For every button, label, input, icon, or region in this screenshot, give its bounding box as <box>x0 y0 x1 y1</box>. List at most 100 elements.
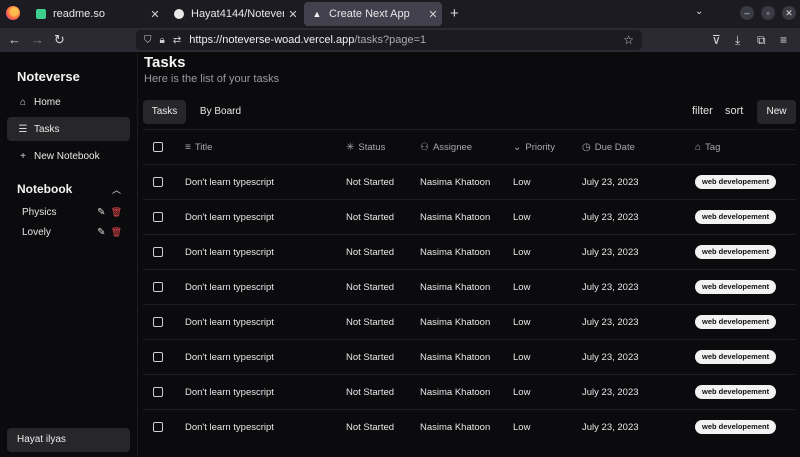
browser-tab-github[interactable]: Hayat4144/Noteverse: N ✕ <box>166 2 302 26</box>
close-window-icon[interactable]: ✕ <box>782 6 796 20</box>
vercel-triangle-icon: ▲ <box>312 9 322 19</box>
row-select-cell[interactable] <box>153 165 163 199</box>
trash-icon[interactable]: 🗑︎ <box>111 227 122 238</box>
notebook-section-header[interactable]: Notebook ︿ <box>17 182 121 196</box>
column-title[interactable]: ≡ Title <box>185 130 212 164</box>
row-checkbox[interactable] <box>153 247 163 257</box>
task-title: Don't learn typescript <box>185 386 274 398</box>
row-checkbox[interactable] <box>153 177 163 187</box>
column-status[interactable]: ✳ Status <box>346 130 385 164</box>
user-icon: ⚇ <box>420 141 429 153</box>
table-row[interactable]: Don't learn typescript Not Started Nasima … <box>143 339 796 374</box>
notebook-label[interactable]: Physics <box>22 207 97 218</box>
tag-badge[interactable]: web developement <box>695 350 777 364</box>
tab-label: Hayat4144/Noteverse: N <box>191 8 284 20</box>
task-priority: Low <box>513 386 531 398</box>
readme-favicon-icon <box>36 9 46 19</box>
row-checkbox[interactable] <box>153 422 163 432</box>
row-checkbox[interactable] <box>153 282 163 292</box>
tag-badge[interactable]: web developement <box>695 420 777 434</box>
trash-icon[interactable]: 🗑︎ <box>111 207 122 218</box>
permissions-icon[interactable]: ⇄ <box>173 35 181 46</box>
bookmark-star-icon[interactable]: ☆ <box>623 33 634 47</box>
notebook-item-lovely[interactable]: Lovely ✎ 🗑︎ <box>22 227 122 238</box>
notebook-item-physics[interactable]: Physics ✎ 🗑︎ <box>22 207 122 218</box>
close-icon[interactable]: ✕ <box>146 8 164 21</box>
table-row[interactable]: Don't learn typescript Not Started Nasima … <box>143 234 796 269</box>
column-due-date[interactable]: ◷ Due Date <box>582 130 635 164</box>
table-row[interactable]: Don't learn typescript Not Started Nasima … <box>143 409 796 444</box>
firefox-icon[interactable] <box>6 6 20 20</box>
row-select-cell[interactable] <box>153 305 163 339</box>
sidebar-item-new-notebook[interactable]: + New Notebook <box>7 144 130 168</box>
row-checkbox[interactable] <box>153 212 163 222</box>
tag-badge[interactable]: web developement <box>695 245 777 259</box>
shield-icon[interactable]: ⛉ <box>144 35 152 46</box>
task-title: Don't learn typescript <box>185 246 274 258</box>
browser-tab-active[interactable]: ▲ Create Next App ✕ <box>304 2 442 26</box>
row-checkbox[interactable] <box>153 387 163 397</box>
table-row[interactable]: Don't learn typescript Not Started Nasima … <box>143 199 796 234</box>
browser-tab-readme[interactable]: readme.so ✕ <box>28 2 164 26</box>
plus-icon: + <box>20 150 26 162</box>
sidebar-item-label: New Notebook <box>34 150 100 162</box>
row-select-cell[interactable] <box>153 340 163 374</box>
table-row[interactable]: Don't learn typescript Not Started Nasima … <box>143 164 796 199</box>
edit-icon[interactable]: ✎ <box>97 207 105 218</box>
download-icon[interactable]: ⤓ <box>735 33 740 48</box>
sidebar-item-home[interactable]: ⌂ Home <box>7 90 130 114</box>
row-select-cell[interactable] <box>153 200 163 234</box>
edit-icon[interactable]: ✎ <box>97 227 105 238</box>
new-tab-plus-icon[interactable]: + <box>450 5 459 22</box>
tasks-table: ≡ Title ✳ Status ⚇ Assignee ⌄ Priority ◷ Due … <box>143 129 796 444</box>
sort-button[interactable]: sort <box>725 105 743 117</box>
column-assignee[interactable]: ⚇ Assignee <box>420 130 472 164</box>
menu-icon[interactable]: ≡ <box>780 33 787 47</box>
tag-badge[interactable]: web developement <box>695 315 777 329</box>
back-arrow-icon[interactable]: ← <box>8 31 21 49</box>
table-row[interactable]: Don't learn typescript Not Started Nasima … <box>143 304 796 339</box>
column-priority[interactable]: ⌄ Priority <box>513 130 555 164</box>
chevron-down-icon[interactable]: ⌄ <box>695 6 703 17</box>
new-task-button[interactable]: New <box>757 100 796 124</box>
row-select-cell[interactable] <box>153 375 163 409</box>
minimize-icon[interactable]: – <box>740 6 754 20</box>
table-row[interactable]: Don't learn typescript Not Started Nasima … <box>143 269 796 304</box>
url-bar[interactable]: ⛉ 🔒︎ ⇄ https://noteverse-woad.vercel.app… <box>136 30 642 50</box>
notebook-label[interactable]: Lovely <box>22 227 97 238</box>
reload-icon[interactable]: ↻ <box>54 31 65 49</box>
row-select-cell[interactable] <box>153 235 163 269</box>
task-assignee: Nasima Khatoon <box>420 386 491 398</box>
task-title: Don't learn typescript <box>185 316 274 328</box>
lock-icon[interactable]: 🔒︎ <box>160 35 165 46</box>
select-all-cell[interactable] <box>153 130 163 164</box>
task-tag-cell: web developement <box>695 165 777 199</box>
tag-badge[interactable]: web developement <box>695 385 777 399</box>
tab-tasks[interactable]: Tasks <box>143 100 186 124</box>
tab-by-board[interactable]: By Board <box>194 100 247 124</box>
filter-button[interactable]: filter <box>692 105 713 117</box>
forward-arrow-icon[interactable]: → <box>31 31 44 49</box>
tag-badge[interactable]: web developement <box>695 175 777 189</box>
task-status: Not Started <box>346 176 395 188</box>
tag-badge[interactable]: web developement <box>695 210 777 224</box>
chevron-up-icon[interactable]: ︿ <box>112 183 121 196</box>
close-icon[interactable]: ✕ <box>284 8 302 21</box>
task-due-date: July 23, 2023 <box>582 351 639 363</box>
select-all-checkbox[interactable] <box>153 142 163 152</box>
row-select-cell[interactable] <box>153 270 163 304</box>
row-checkbox[interactable] <box>153 317 163 327</box>
user-profile-button[interactable]: Hayat ilyas <box>7 428 130 452</box>
column-tag[interactable]: ⌂ Tag <box>695 130 720 164</box>
sidebar-item-tasks[interactable]: ☰ Tasks <box>7 117 130 141</box>
restore-icon[interactable]: ▫ <box>761 6 775 20</box>
row-checkbox[interactable] <box>153 352 163 362</box>
url-text[interactable]: https://noteverse-woad.vercel.app/tasks?… <box>189 34 426 46</box>
row-select-cell[interactable] <box>153 410 163 444</box>
table-row[interactable]: Don't learn typescript Not Started Nasima … <box>143 374 796 409</box>
task-tag-cell: web developement <box>695 235 777 269</box>
extensions-icon[interactable]: ⧉ <box>757 33 766 48</box>
pocket-icon[interactable]: ⊽ <box>712 33 721 47</box>
tag-badge[interactable]: web developement <box>695 280 777 294</box>
close-icon[interactable]: ✕ <box>424 8 442 21</box>
